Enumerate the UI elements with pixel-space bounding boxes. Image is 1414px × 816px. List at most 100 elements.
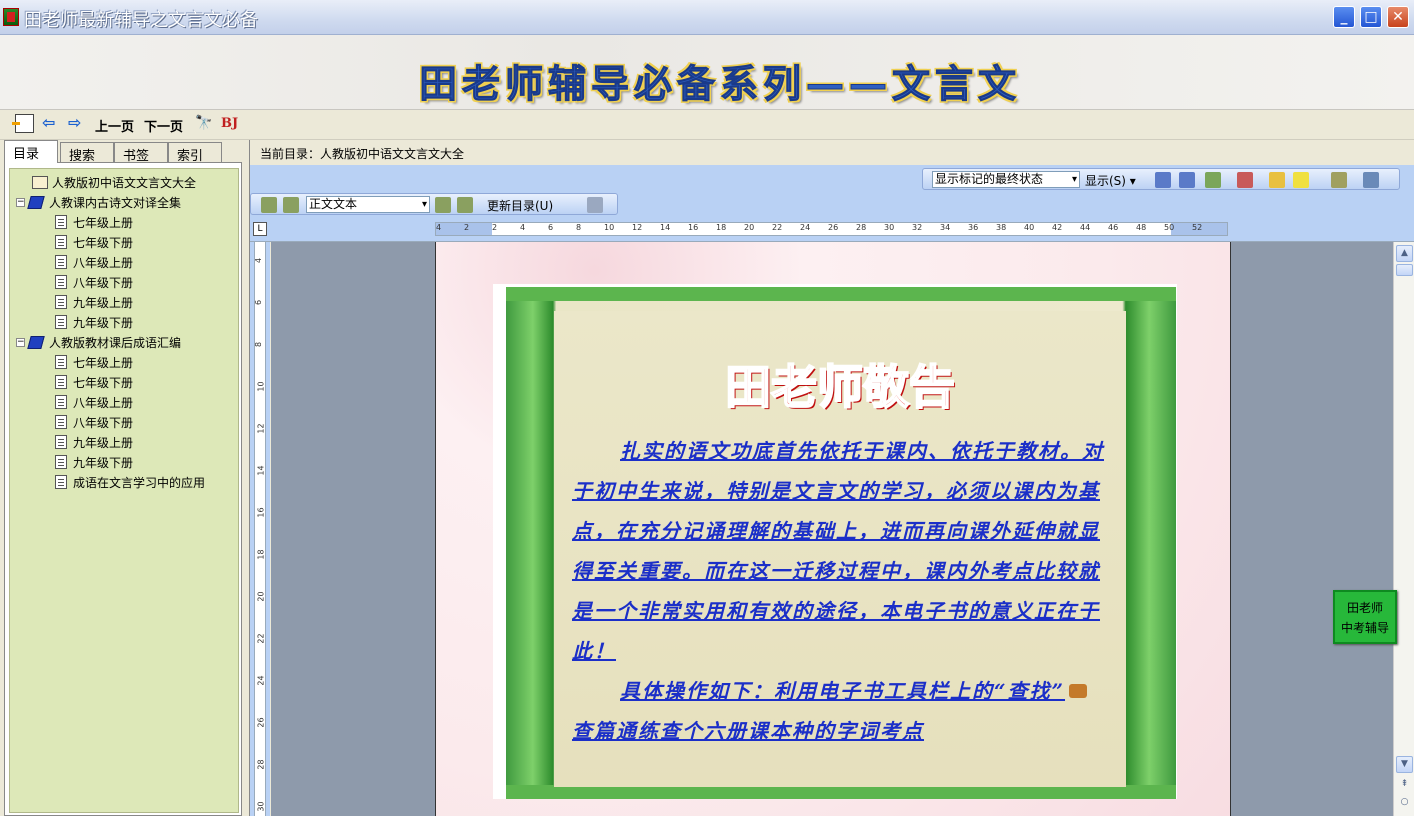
tab-bookmarks[interactable]: 书签 [114, 142, 168, 164]
ruler-tick-label: 44 [1080, 223, 1091, 232]
demote-icon[interactable] [435, 197, 451, 213]
reject-change-icon[interactable] [1237, 172, 1253, 188]
maximize-button[interactable]: □ [1360, 6, 1382, 28]
show-menu-button[interactable]: 显示(S) ▾ [1085, 172, 1136, 189]
vruler-tick-label: 16 [256, 507, 266, 518]
exam-tutoring-button[interactable]: 田老师 中考辅导 [1333, 590, 1397, 644]
document-area[interactable]: 田老师敬告 扎实的语文功底首先依托于课内、依托于教材。对于初中生来说，特别是文言… [271, 242, 1393, 816]
demote-to-body-icon[interactable] [457, 197, 473, 213]
tree-item[interactable]: 七年级下册 [55, 373, 133, 391]
vertical-ruler[interactable]: 4 6 8 10 12 14 16 18 20 22 24 26 28 30 [250, 242, 270, 816]
tab-index[interactable]: 索引 [168, 142, 222, 164]
notice-paragraph-2: 具体操作如下：利用电子书工具栏上的“查找” 查篇通练查个六册课本种的字词考点 [572, 671, 1104, 751]
ruler-tick-label: 24 [800, 223, 811, 232]
back-arrow-icon[interactable]: ⇦ [42, 113, 55, 132]
ruler-tick-label: 30 [884, 223, 895, 232]
banner-title: 田老师辅导必备系列——文言文 [418, 61, 1021, 107]
toc-toggle-icon[interactable] [12, 114, 34, 133]
accept-change-icon[interactable] [1205, 172, 1221, 188]
forward-arrow-icon[interactable]: ⇨ [68, 113, 81, 132]
document-icon [55, 215, 67, 229]
minimize-button[interactable]: _ [1333, 6, 1355, 28]
notice-body: 扎实的语文功底首先依托于课内、依托于教材。对于初中生来说，特别是文言文的学习，必… [572, 431, 1104, 751]
highlight-icon[interactable] [1293, 172, 1309, 188]
tree-group[interactable]: − 人教版教材课后成语汇编 [16, 333, 181, 351]
prev-page-browse-button[interactable]: ⇞ [1396, 777, 1413, 794]
outline-level-select[interactable]: 正文文本 [306, 196, 430, 213]
tree-item[interactable]: 七年级上册 [55, 353, 133, 371]
notice-paragraph-text: 具体操作如下：利用电子书工具栏上的“查找” [620, 679, 1066, 703]
tree-item[interactable]: 九年级上册 [55, 433, 133, 451]
float-line-1: 田老师 [1346, 601, 1383, 615]
bamboo-frame: 田老师敬告 扎实的语文功底首先依托于课内、依托于教材。对于初中生来说，特别是文言… [506, 287, 1176, 799]
markup-display-select[interactable]: 显示标记的最终状态 [932, 171, 1080, 188]
tree-item[interactable]: 七年级下册 [55, 233, 133, 251]
tree-label: 九年级上册 [73, 295, 134, 310]
binoculars-icon[interactable]: 🔭 [195, 115, 212, 131]
scroll-down-button[interactable]: ▼ [1396, 756, 1413, 773]
tree-item[interactable]: 八年级上册 [55, 393, 133, 411]
vruler-tick-label: 26 [256, 717, 266, 728]
document-icon [55, 435, 67, 449]
nav-toolbar: ⇦ ⇨ 上一页 下一页 🔭 BJ [0, 110, 1414, 140]
tree-item[interactable]: 七年级上册 [55, 213, 133, 231]
prev-change-icon[interactable] [1155, 172, 1171, 188]
vertical-scrollbar[interactable]: ▲ ▼ ⇞ ○ [1393, 242, 1414, 816]
scroll-up-button[interactable]: ▲ [1396, 245, 1413, 262]
horizontal-ruler[interactable]: 4 2 2 4 6 8 10 12 14 16 18 20 22 24 26 28 30 32 34 36 38 40 42… [435, 222, 1228, 236]
ruler-tick-label: 26 [828, 223, 839, 232]
tree-label: 八年级下册 [73, 275, 134, 290]
reviewing-pane-icon[interactable] [1363, 172, 1379, 188]
collapse-icon[interactable]: − [16, 197, 25, 207]
binoculars-icon [1069, 684, 1088, 698]
ruler-tick-label: 40 [1024, 223, 1035, 232]
tree-item[interactable]: 八年级上册 [55, 253, 133, 271]
bj-button[interactable]: BJ [221, 116, 238, 131]
tree-root[interactable]: 人教版初中语文文言文大全 [32, 173, 196, 191]
document-icon [55, 475, 67, 489]
tree-item[interactable]: 八年级下册 [55, 413, 133, 431]
document-icon [55, 295, 67, 309]
banner: 田老师辅导必备系列——文言文 [0, 35, 1414, 110]
vruler-tick-label: 10 [256, 381, 266, 392]
next-change-icon[interactable] [1179, 172, 1195, 188]
tree-item[interactable]: 九年级上册 [55, 293, 133, 311]
tree-item[interactable]: 九年级下册 [55, 313, 133, 331]
vertical-ruler-scale: 4 6 8 10 12 14 16 18 20 22 24 26 28 30 [254, 242, 266, 816]
next-page-button[interactable]: 下一页 [144, 116, 183, 135]
ruler-tick-label: 2 [492, 223, 498, 232]
app-icon [3, 8, 19, 26]
close-button[interactable]: ✕ [1387, 6, 1409, 28]
tab-stop-selector[interactable]: L [253, 222, 267, 236]
ruler-tick-label: 32 [912, 223, 923, 232]
tree-label: 人教版教材课后成语汇编 [49, 335, 182, 350]
tree-item[interactable]: 八年级下册 [55, 273, 133, 291]
sidebar: 目录 搜索 书签 索引 人教版初中语文文言文大全 − 人教课内古诗文对译全集 七… [0, 140, 245, 816]
ruler-tick-label: 34 [940, 223, 951, 232]
promote-icon[interactable] [283, 197, 299, 213]
tab-toc[interactable]: 目录 [4, 140, 58, 163]
collapse-icon[interactable]: − [16, 337, 25, 347]
window-title: 田老师最新辅导之文言文必备 [24, 10, 258, 31]
prev-page-button[interactable]: 上一页 [95, 116, 134, 135]
tab-search[interactable]: 搜索 [60, 142, 114, 164]
float-line-2: 中考辅导 [1340, 621, 1389, 635]
scroll-thumb[interactable] [1396, 264, 1413, 276]
track-changes-icon[interactable] [1331, 172, 1347, 188]
document-page[interactable]: 田老师敬告 扎实的语文功底首先依托于课内、依托于教材。对于初中生来说，特别是文言… [435, 242, 1231, 816]
update-toc-button[interactable]: 更新目录(U) [487, 197, 553, 214]
select-browse-object-button[interactable]: ○ [1396, 795, 1413, 812]
go-to-toc-icon[interactable] [587, 197, 603, 213]
promote-to-heading-icon[interactable] [261, 197, 277, 213]
ruler-tick-label: 48 [1136, 223, 1147, 232]
ruler-tick-label: 4 [436, 223, 442, 232]
tree-item[interactable]: 成语在文言学习中的应用 [55, 473, 205, 491]
tree-group[interactable]: − 人教课内古诗文对译全集 [16, 193, 181, 211]
tree-item[interactable]: 九年级下册 [55, 453, 133, 471]
current-directory-label: 当前目录：人教版初中语文文言文大全 [260, 147, 465, 161]
insert-comment-icon[interactable] [1269, 172, 1285, 188]
document-icon [55, 455, 67, 469]
tree-label: 七年级上册 [73, 355, 134, 370]
tree-panel: 人教版初中语文文言文大全 − 人教课内古诗文对译全集 七年级上册 七年级下册 八… [4, 162, 242, 816]
tree-label: 人教课内古诗文对译全集 [49, 195, 182, 210]
